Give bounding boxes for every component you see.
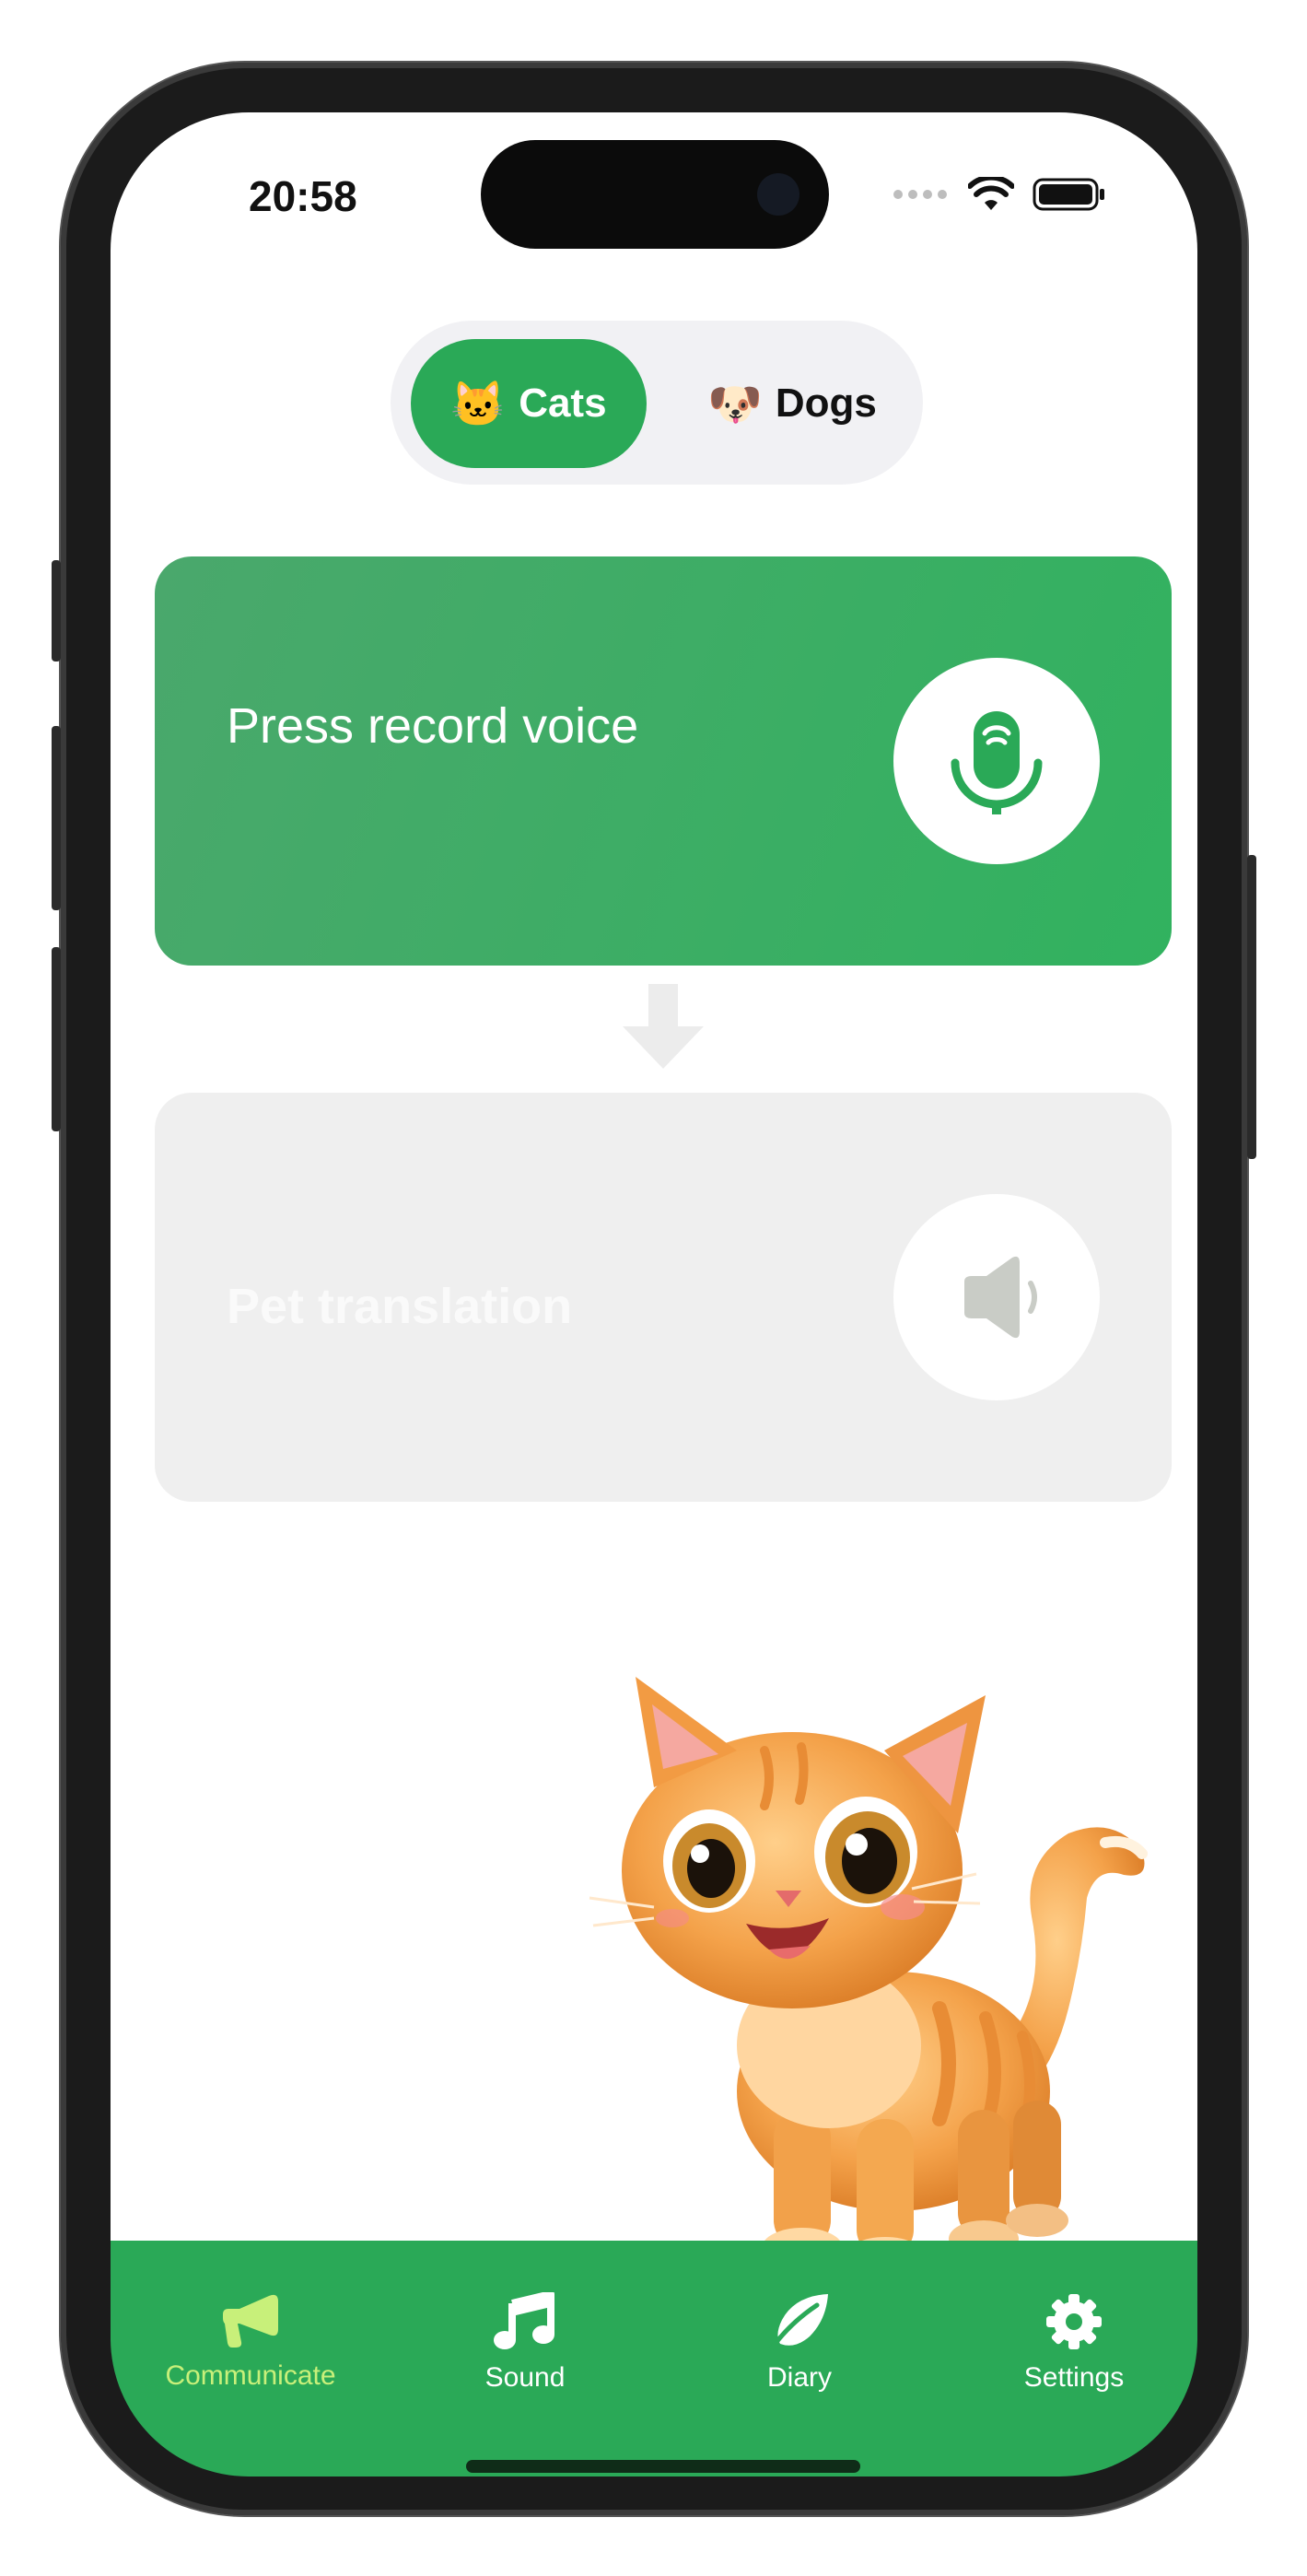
action-button xyxy=(52,560,61,662)
tab-sound[interactable]: Sound xyxy=(405,2292,645,2394)
record-voice-label: Press record voice xyxy=(227,698,639,754)
tab-communicate-label: Communicate xyxy=(165,2360,336,2391)
tab-settings[interactable]: Settings xyxy=(954,2292,1194,2394)
pet-translation-label: Pet translation xyxy=(227,1279,573,1334)
tab-settings-label: Settings xyxy=(1023,2362,1125,2393)
signal-dots-icon xyxy=(893,190,947,199)
dog-face-icon: 🐶 xyxy=(707,380,763,429)
cat-illustration xyxy=(589,1677,1148,2277)
leaf-icon xyxy=(768,2294,828,2351)
tab-diary-label: Diary xyxy=(766,2362,832,2393)
play-translation-button[interactable] xyxy=(893,1194,1100,1400)
camera-icon xyxy=(757,173,799,216)
dynamic-island xyxy=(481,140,829,249)
home-indicator[interactable] xyxy=(466,2460,860,2473)
music-note-icon xyxy=(494,2292,554,2349)
tab-sound-label: Sound xyxy=(484,2362,566,2393)
battery-icon xyxy=(1033,178,1104,211)
speaker-icon xyxy=(964,1256,1037,1339)
arrow-down-icon xyxy=(623,984,704,1069)
microphone-icon xyxy=(951,711,1043,814)
cat-face-icon: 🐱 xyxy=(450,380,507,429)
power-button xyxy=(1247,855,1256,1159)
status-icons xyxy=(893,177,1106,212)
tab-diary[interactable]: Diary xyxy=(680,2292,919,2394)
wifi-icon xyxy=(968,177,1014,210)
dogs-tab-label: Dogs xyxy=(775,381,877,426)
volume-down-button xyxy=(52,947,61,1131)
megaphone-icon xyxy=(223,2294,278,2348)
dogs-tab[interactable]: 🐶 Dogs xyxy=(674,339,910,468)
record-button[interactable] xyxy=(893,658,1100,864)
tab-communicate[interactable]: Communicate xyxy=(131,2292,370,2392)
record-voice-card[interactable]: Press record voice xyxy=(155,556,1172,966)
pet-translation-card: Pet translation xyxy=(155,1093,1172,1502)
status-time: 20:58 xyxy=(249,172,357,220)
cats-tab-label: Cats xyxy=(519,381,607,426)
volume-up-button xyxy=(52,726,61,910)
gear-icon xyxy=(1046,2294,1102,2349)
cats-tab[interactable]: 🐱 Cats xyxy=(411,339,647,468)
